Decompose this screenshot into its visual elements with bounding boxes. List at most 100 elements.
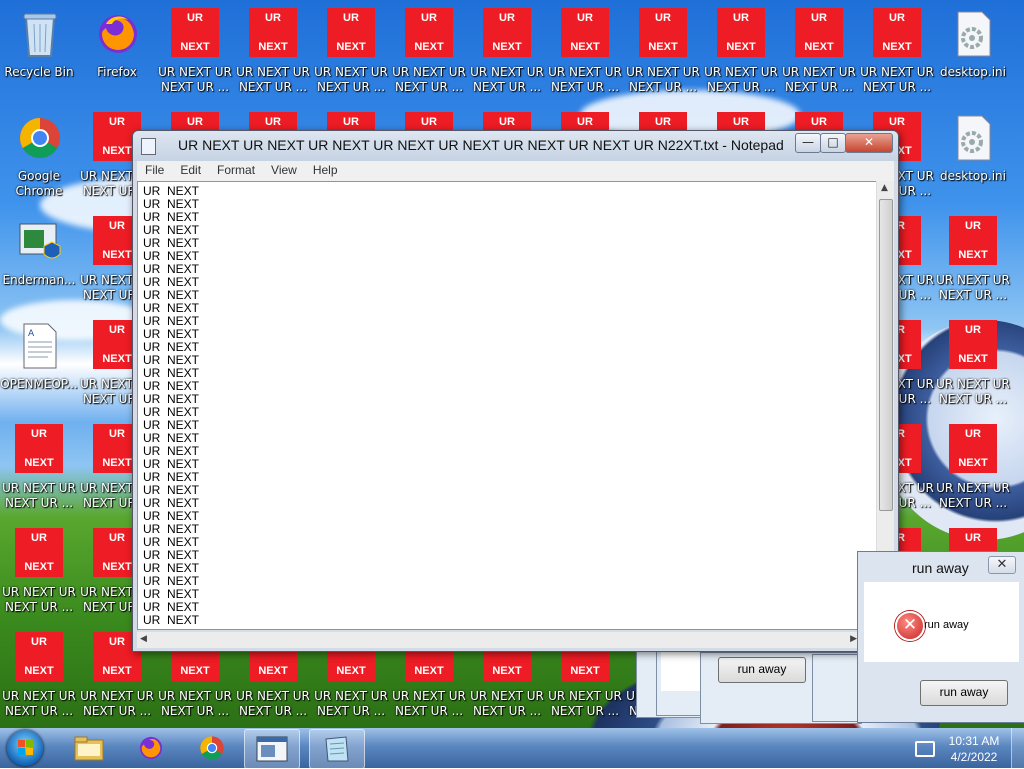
dialog-message: run away (924, 619, 969, 631)
minimize-button[interactable]: — (795, 133, 821, 153)
red-icon-top-text: UR (811, 12, 827, 24)
close-button[interactable]: ✕ (845, 133, 893, 153)
start-button[interactable] (7, 730, 43, 766)
openmeop-label: OPENMEOP... (0, 377, 78, 391)
ur-next-file-label: UR NEXT URNEXT UR ... (856, 65, 938, 95)
red-icon-bottom-text: NEXT (804, 41, 834, 53)
file-label-line1: UR NEXT UR (470, 689, 544, 703)
red-icon-top-text: UR (577, 116, 593, 128)
red-image-icon: UR NEXT (15, 528, 63, 577)
red-image-icon: UR NEXT (15, 424, 63, 473)
file-label-line1: UR NEXT UR (548, 689, 622, 703)
dialog-close-button[interactable]: ✕ (988, 556, 1016, 574)
recycle-bin-icon[interactable]: Recycle Bin (0, 8, 78, 108)
red-icon-bottom-text: NEXT (492, 665, 522, 677)
file-label-line2: NEXT UR ... (628, 80, 698, 94)
system-clock[interactable]: 10:31 AM 4/2/2022 (937, 733, 1011, 765)
file-label-line2: NEXT UR ... (862, 80, 932, 94)
red-image-icon: UR NEXT (171, 8, 219, 57)
taskbar-explorer[interactable] (62, 729, 116, 767)
ur-next-file-icon[interactable]: UR NEXT UR NEXT URNEXT UR ... (0, 632, 78, 728)
ur-next-file-icon[interactable]: UR NEXT UR NEXT URNEXT UR ... (934, 424, 1012, 524)
red-image-icon: UR NEXT (327, 8, 375, 57)
ur-next-file-icon[interactable]: UR NEXT UR NEXT URNEXT UR ... (934, 216, 1012, 316)
scroll-thumb[interactable] (879, 199, 893, 511)
notepad-window[interactable]: UR NEXT UR NEXT UR NEXT UR NEXT UR NEXT … (132, 130, 899, 652)
taskbar-firefox[interactable] (124, 729, 178, 767)
ur-next-file-label: UR NEXT URNEXT UR ... (388, 65, 470, 95)
menu-view[interactable]: View (263, 161, 305, 179)
horizontal-scrollbar[interactable]: ◀ ▶ (137, 631, 877, 648)
enderman-shortcut-icon[interactable]: Enderman... (0, 216, 78, 316)
ur-next-file-icon[interactable]: UR NEXT UR NEXT URNEXT UR ... (0, 424, 78, 524)
ur-next-file-icon[interactable]: UR NEXT UR NEXT URNEXT UR ... (624, 8, 702, 108)
scroll-left-arrow-icon[interactable]: ◀ (140, 634, 147, 644)
file-label-line2: NEXT UR ... (938, 496, 1008, 510)
taskbar-program[interactable] (244, 729, 300, 769)
text-line: UR NEXT (143, 613, 200, 627)
maximize-button[interactable]: □ (820, 133, 846, 153)
scroll-right-arrow-icon[interactable]: ▶ (850, 634, 857, 644)
file-label-line2: NEXT UR ... (472, 80, 542, 94)
ur-next-file-label: UR NEXT URNEXT UR ... (310, 689, 392, 719)
file-label-line2: NEXT UR ... (472, 704, 542, 718)
taskbar-chrome[interactable] (185, 729, 239, 767)
ur-next-file-icon[interactable]: UR NEXT UR NEXT URNEXT UR ... (0, 528, 78, 628)
run-away-dialog[interactable]: run away ✕ ✕ run away run away (857, 551, 1024, 723)
red-icon-top-text: UR (965, 220, 981, 232)
run-away-button[interactable]: run away (920, 680, 1008, 706)
red-icon-top-text: UR (499, 116, 515, 128)
taskbar-notepad[interactable] (309, 729, 365, 769)
ur-next-file-icon[interactable]: UR NEXT UR NEXT URNEXT UR ... (858, 8, 936, 108)
google-chrome-icon[interactable]: Google Chrome (0, 112, 78, 212)
ur-next-file-icon[interactable]: UR NEXT UR NEXT URNEXT UR ... (312, 8, 390, 108)
red-icon-bottom-text: NEXT (648, 41, 678, 53)
file-label-line2: NEXT UR ... (550, 704, 620, 718)
red-icon-bottom-text: NEXT (336, 41, 366, 53)
ur-next-file-icon[interactable]: UR NEXT UR NEXT URNEXT UR ... (156, 8, 234, 108)
notepad-title-bar[interactable]: UR NEXT UR NEXT UR NEXT UR NEXT UR NEXT … (133, 131, 898, 161)
ur-next-file-icon[interactable]: UR NEXT UR NEXT URNEXT UR ... (546, 8, 624, 108)
ur-next-file-icon[interactable]: UR NEXT UR NEXT URNEXT UR ... (390, 8, 468, 108)
ur-next-file-icon[interactable]: UR NEXT UR NEXT URNEXT UR ... (934, 320, 1012, 420)
file-label-line1: UR NEXT UR (470, 65, 544, 79)
network-tray-icon[interactable] (915, 741, 935, 757)
red-image-icon: UR NEXT (949, 216, 997, 265)
file-label-line1: UR NEXT UR (936, 377, 1010, 391)
file-label-line1: UR NEXT UR (936, 273, 1010, 287)
menu-help[interactable]: Help (305, 161, 346, 179)
red-image-icon: UR NEXT (561, 8, 609, 57)
red-image-icon: UR NEXT (249, 8, 297, 57)
red-icon-top-text: UR (109, 116, 125, 128)
red-icon-top-text: UR (655, 116, 671, 128)
ur-next-file-label: UR NEXT URNEXT UR ... (388, 689, 470, 719)
text-editor-area[interactable]: UR NEXT UR NEXT UR NEXT UR NEXT UR NEXT UR NE… (137, 181, 879, 630)
file-label-line2: NEXT UR ... (4, 496, 74, 510)
openmeop-file-icon[interactable]: A OPENMEOP... (0, 320, 78, 420)
desktop-ini-label: desktop.ini (940, 65, 1006, 79)
ur-next-file-icon[interactable]: UR NEXT UR NEXT URNEXT UR ... (234, 8, 312, 108)
ur-next-file-icon[interactable]: UR NEXT UR NEXT URNEXT UR ... (468, 8, 546, 108)
notepad-icon (325, 736, 349, 762)
file-label-line2: NEXT UR ... (238, 704, 308, 718)
ur-next-file-label: UR NEXT URNEXT UR ... (466, 689, 548, 719)
ur-next-file-icon[interactable]: UR NEXT UR NEXT URNEXT UR ... (702, 8, 780, 108)
show-desktop-button[interactable] (1011, 728, 1024, 768)
firefox-logo-icon (99, 15, 137, 53)
ur-next-file-icon[interactable]: UR NEXT UR NEXT URNEXT UR ... (780, 8, 858, 108)
red-icon-top-text: UR (31, 532, 47, 544)
desktop-ini-icon[interactable]: desktop.ini (934, 8, 1012, 108)
ur-next-file-label: UR NEXT URNEXT UR ... (778, 65, 860, 95)
file-label-line1: UR NEXT UR (80, 689, 154, 703)
red-icon-bottom-text: NEXT (414, 665, 444, 677)
red-image-icon: UR NEXT (639, 8, 687, 57)
menu-file[interactable]: File (137, 161, 172, 179)
run-away-button-behind[interactable]: run away (718, 657, 806, 683)
desktop-ini-icon[interactable]: desktop.ini (934, 112, 1012, 212)
firefox-icon[interactable]: Firefox (78, 8, 156, 108)
menu-format[interactable]: Format (209, 161, 263, 179)
file-label-line1: UR NEXT UR (236, 689, 310, 703)
menu-edit[interactable]: Edit (172, 161, 209, 179)
scroll-up-arrow-icon[interactable]: ▲ (881, 183, 888, 193)
file-label-line2: NEXT UR ... (938, 288, 1008, 302)
